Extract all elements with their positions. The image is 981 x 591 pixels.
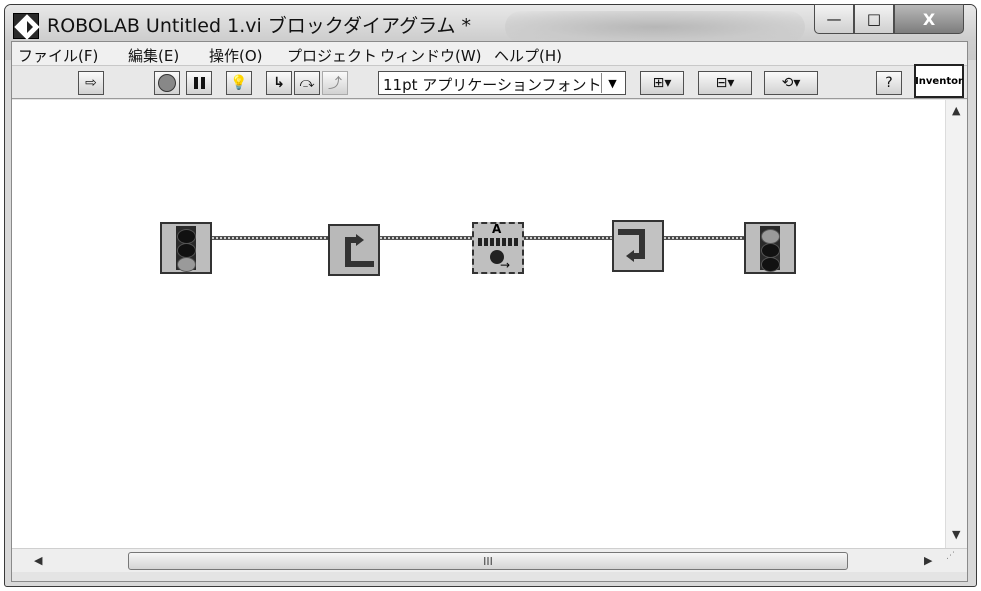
menu-bar: ファイル(F) 編集(E) 操作(O) プロジェクト ウィンドウ(W) ヘルプ(… — [12, 42, 967, 66]
menu-project[interactable]: プロジェクト — [287, 45, 377, 66]
run-arrow-icon[interactable]: ⇨ — [78, 71, 104, 95]
menu-window[interactable]: ウィンドウ(W) — [380, 45, 482, 66]
pause-icon[interactable] — [186, 71, 212, 95]
wire[interactable] — [378, 236, 472, 240]
step-into-icon[interactable]: ↳ — [266, 71, 292, 95]
wire[interactable] — [662, 236, 744, 240]
loop-start-icon[interactable] — [328, 224, 380, 276]
horizontal-scroll-thumb[interactable]: III — [128, 552, 848, 570]
menu-file[interactable]: ファイル(F) — [18, 45, 98, 66]
vertical-scrollbar[interactable]: ▲ ▼ — [945, 100, 967, 548]
scroll-left-icon[interactable]: ◀ — [34, 554, 42, 567]
motor-port-label: A — [492, 222, 502, 236]
chevron-down-icon[interactable]: ▼ — [601, 73, 623, 93]
font-selector-value: 11pt アプリケーションフォント — [383, 76, 602, 94]
begin-traffic-light-icon[interactable] — [160, 222, 212, 274]
horizontal-scrollbar[interactable]: ◀ III ▶ ⋰ — [12, 548, 967, 572]
step-over-icon[interactable]: ⤼ — [294, 71, 320, 95]
motor-brick-icon — [478, 238, 518, 246]
highlight-bulb-icon[interactable]: 💡 — [226, 71, 252, 95]
toolbar: ⇨ 💡 ↳ ⤼ ⤴ 11pt アプリケーションフォント ▼ ⊞▾ ⊟▾ ⟲▾ ? — [12, 66, 967, 99]
end-traffic-light-icon[interactable] — [744, 222, 796, 274]
scroll-right-icon[interactable]: ▶ — [924, 554, 932, 567]
labview-app-icon[interactable] — [13, 13, 40, 40]
app-window: ROBOLAB Untitled 1.vi ブロックダイアグラム * — □ X… — [4, 4, 977, 587]
menu-help[interactable]: ヘルプ(H) — [494, 45, 562, 66]
scroll-down-icon[interactable]: ▼ — [952, 528, 960, 541]
motor-a-forward-icon[interactable]: A → — [472, 222, 524, 274]
inventor-badge: Inventor — [914, 64, 964, 98]
step-out-icon[interactable]: ⤴ — [322, 71, 348, 95]
forward-arrow-icon: → — [500, 258, 511, 272]
loop-end-icon[interactable] — [612, 220, 664, 272]
distribute-icon[interactable]: ⊟▾ — [698, 71, 752, 95]
maximize-button[interactable]: □ — [854, 4, 894, 34]
resize-grip-icon[interactable]: ⋰ — [946, 551, 966, 571]
block-diagram-canvas[interactable]: A → — [12, 100, 967, 548]
menu-operate[interactable]: 操作(O) — [209, 45, 263, 66]
help-icon[interactable]: ? — [876, 71, 902, 95]
align-icon[interactable]: ⊞▾ — [640, 71, 684, 95]
menu-edit[interactable]: 編集(E) — [128, 45, 179, 66]
window-title: ROBOLAB Untitled 1.vi ブロックダイアグラム * — [47, 15, 472, 37]
minimize-button[interactable]: — — [814, 4, 854, 34]
stop-icon[interactable] — [154, 71, 180, 95]
wire[interactable] — [210, 236, 328, 240]
title-sheen — [505, 11, 805, 43]
close-button[interactable]: X — [894, 4, 964, 34]
wire[interactable] — [524, 236, 612, 240]
scroll-up-icon[interactable]: ▲ — [952, 104, 960, 117]
font-selector[interactable]: 11pt アプリケーションフォント ▼ — [378, 71, 626, 95]
client-area: ファイル(F) 編集(E) 操作(O) プロジェクト ウィンドウ(W) ヘルプ(… — [11, 41, 968, 582]
reorder-icon[interactable]: ⟲▾ — [764, 71, 818, 95]
